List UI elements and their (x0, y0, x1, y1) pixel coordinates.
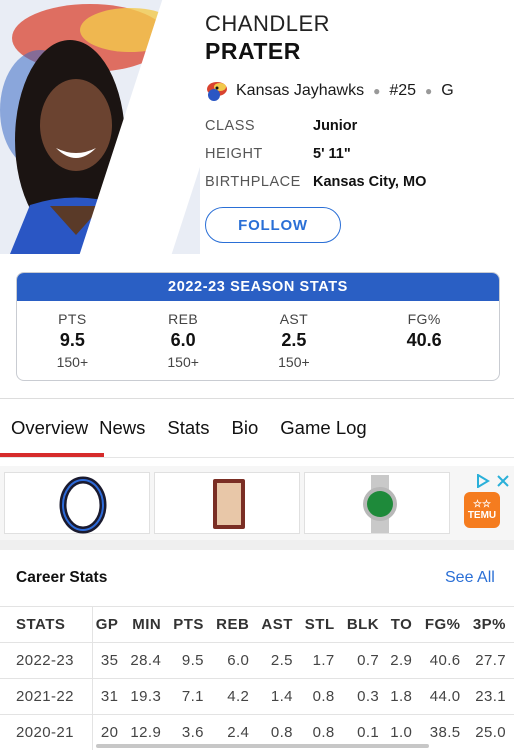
team-row: Kansas Jayhawks ● #25 ● G (205, 79, 454, 103)
table-cell: 28.4 (126, 642, 170, 679)
column-header: FG% (420, 606, 469, 643)
close-icon[interactable] (497, 475, 509, 487)
stat-value: 9.5 (59, 330, 85, 350)
tab-stats[interactable]: Stats (167, 399, 209, 457)
column-header: MIN (126, 606, 170, 643)
info-row-birthplace: BIRTHPLACE Kansas City, MO (205, 174, 426, 190)
player-header: CHANDLER PRATER Kansas Jayhawks ● #25 ● … (0, 0, 514, 256)
season-stats-title: 2022-23 SEASON STATS (17, 273, 499, 301)
table-cell: 1.4 (257, 678, 301, 715)
table-cell: 0.7 (342, 642, 388, 679)
table-cell: 4.2 (211, 678, 258, 715)
info-value: 5' 11" (313, 146, 351, 162)
table-cell: 9.5 (169, 642, 212, 679)
stat-label: PTS (58, 311, 87, 327)
tab-game-log[interactable]: Game Log (280, 399, 366, 457)
ad-product-ring[interactable] (4, 472, 150, 534)
player-first-name: CHANDLER (205, 11, 331, 36)
info-label: BIRTHPLACE (205, 174, 301, 190)
table-cell: 27.7 (468, 642, 514, 679)
temu-logo[interactable]: ☆☆ TEMU (464, 492, 500, 528)
table-cell: 2022-23 (0, 642, 93, 679)
stat-label: REB (168, 311, 199, 327)
ad-product-card[interactable] (154, 472, 300, 534)
table-cell: 1.7 (300, 642, 343, 679)
career-stats-title: Career Stats (16, 569, 108, 586)
info-value: Kansas City, MO (313, 174, 427, 190)
table-cell: 44.0 (420, 678, 469, 715)
table-header-row: STATS GP MIN PTS REB AST STL BLK TO FG% … (0, 606, 514, 643)
table-cell: 23.1 (468, 678, 514, 715)
info-label: CLASS (205, 118, 256, 134)
info-row-class: CLASS Junior (205, 118, 357, 134)
separator-dot-icon: ● (425, 84, 433, 98)
table-cell: 2020-21 (0, 714, 93, 750)
follow-button[interactable]: FOLLOW (205, 207, 341, 243)
horizontal-scrollbar[interactable] (96, 744, 429, 748)
season-stat-pts: PTS 9.5 150+ (17, 311, 128, 370)
info-row-height: HEIGHT 5' 11" (205, 146, 351, 162)
team-name[interactable]: Kansas Jayhawks (236, 82, 364, 100)
see-all-link[interactable]: See All (445, 569, 495, 587)
ad-product-watch[interactable] (304, 472, 450, 534)
table-cell: 40.6 (420, 642, 469, 679)
player-photo (0, 0, 200, 254)
table-cell: 0.3 (342, 678, 388, 715)
table-cell: 7.1 (169, 678, 212, 715)
info-label: HEIGHT (205, 146, 263, 162)
column-header: AST (257, 606, 301, 643)
table-cell: 6.0 (211, 642, 258, 679)
stat-value: 6.0 (170, 330, 196, 350)
table-cell: 0.8 (300, 678, 343, 715)
column-header: STL (300, 606, 343, 643)
stat-value: 2.5 (281, 330, 307, 350)
stat-rank: 150+ (167, 354, 199, 370)
column-header: 3P% (468, 606, 514, 643)
column-header: REB (211, 606, 258, 643)
jersey-number: #25 (389, 82, 417, 99)
tab-overview[interactable]: Overview (0, 399, 99, 457)
tab-bar-border (0, 457, 514, 458)
column-header: TO (387, 606, 421, 643)
table-cell: 1.8 (387, 678, 421, 715)
stat-label: FG% (407, 311, 441, 327)
table-row: 2021-22 31 19.3 7.1 4.2 1.4 0.8 0.3 1.8 … (0, 678, 514, 715)
season-stat-reb: REB 6.0 150+ (128, 311, 239, 370)
tab-bar: Overview News Stats Bio Game Log (0, 399, 514, 457)
table-cell: 25.0 (468, 714, 514, 750)
season-stat-ast: AST 2.5 150+ (239, 311, 350, 370)
ad-banner[interactable] (0, 466, 514, 540)
column-header: BLK (342, 606, 388, 643)
adchoices-icon[interactable] (476, 474, 490, 488)
tab-bio[interactable]: Bio (232, 399, 259, 457)
table-cell: 2.5 (257, 642, 301, 679)
column-header: STATS (0, 606, 93, 643)
player-position: G (441, 82, 454, 99)
section-gap (0, 540, 514, 550)
stat-label: AST (279, 311, 309, 327)
column-header: GP (92, 606, 127, 643)
season-stats-card: 2022-23 SEASON STATS PTS 9.5 150+ REB 6.… (16, 272, 500, 381)
table-cell: 19.3 (126, 678, 170, 715)
player-last-name: PRATER (205, 38, 301, 64)
table-row: 2022-23 35 28.4 9.5 6.0 2.5 1.7 0.7 2.9 … (0, 642, 514, 679)
stat-rank: 150+ (278, 354, 310, 370)
separator-dot-icon: ● (373, 84, 381, 98)
table-cell: 35 (92, 642, 127, 679)
tab-news[interactable]: News (99, 399, 145, 457)
season-stat-fg: FG% 40.6 (349, 311, 499, 370)
info-value: Junior (313, 118, 358, 134)
jayhawk-logo-icon (207, 82, 227, 101)
career-stats-table: STATS GP MIN PTS REB AST STL BLK TO FG% … (0, 606, 514, 750)
stat-rank: 150+ (56, 354, 89, 370)
table-cell: 31 (92, 678, 127, 715)
table-cell: 2021-22 (0, 678, 93, 715)
table-cell: 2.9 (387, 642, 421, 679)
column-header: PTS (169, 606, 212, 643)
stat-value: 40.6 (406, 330, 442, 350)
